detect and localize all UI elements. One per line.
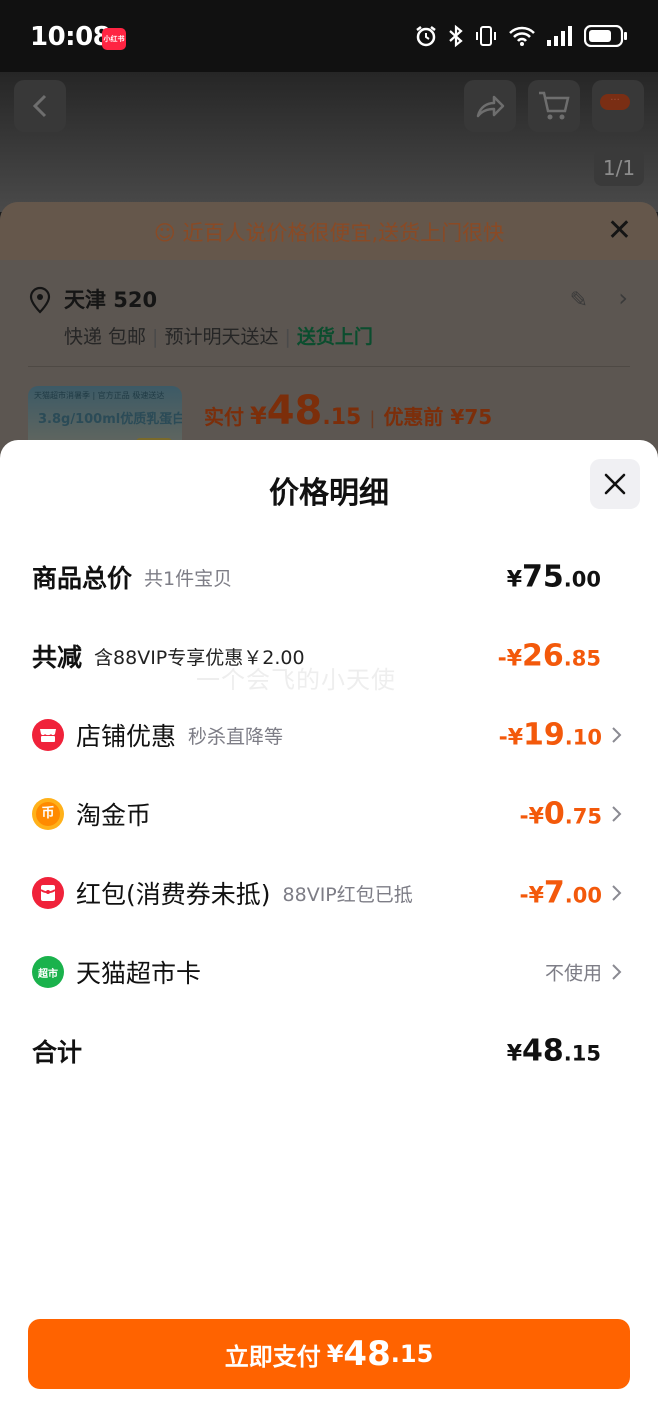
product-price: 实付 ¥48.15 | 优惠前 ¥75: [204, 388, 493, 434]
chat-bubble-icon: ☺: [153, 221, 176, 245]
row-label: 合计: [32, 1038, 83, 1067]
row-note: 秒杀直降等: [188, 725, 284, 748]
location-pin-icon: [29, 286, 51, 314]
signal-icon: [547, 26, 572, 46]
chevron-right-icon: [612, 727, 622, 743]
row-label: 淘金币: [76, 801, 152, 830]
notification-badge: ···: [600, 94, 630, 110]
row-store-discount[interactable]: 店铺优惠 秒杀直降等 -¥ 19.10: [0, 705, 658, 765]
vibrate-icon: [476, 26, 496, 46]
row-item-total: 商品总价 共1件宝贝 ¥75.00: [0, 547, 658, 607]
coin-icon: 币: [32, 798, 64, 830]
edit-icon[interactable]: ✎: [570, 288, 588, 313]
battery-icon: [584, 25, 627, 47]
buy-sheet-background: ☺ 近百人说价格很便宜,送货上门很快 ✕ 天津 520 快递 包邮 | 预计明天送达…: [0, 202, 658, 466]
chevron-right-icon: [612, 964, 622, 980]
tmall-supermarket-icon: 超市: [32, 956, 64, 988]
sheet-title: 价格明细: [269, 476, 389, 511]
alarm-icon: [416, 26, 436, 47]
bluetooth-icon: [449, 24, 463, 48]
row-total: 合计 ¥48.15: [0, 1021, 658, 1081]
red-packet-icon: [32, 877, 64, 909]
cart-icon: [539, 91, 570, 120]
row-total-discount: 共减 含88VIP专享优惠￥2.00 -¥ 26.85: [0, 626, 658, 686]
product-image-area: ··· 1/1: [0, 72, 658, 212]
divider: [28, 366, 630, 367]
xiaohongshu-app-icon: 小红书: [102, 28, 126, 50]
row-note: 共1件宝贝: [144, 567, 233, 590]
status-icons: [414, 24, 628, 48]
tip-text: 近百人说价格很便宜,送货上门很快: [182, 221, 505, 245]
chevron-right-icon: [612, 806, 622, 822]
row-amount: -¥ 0.75: [519, 796, 602, 832]
close-icon: [604, 473, 626, 495]
back-button[interactable]: [14, 80, 66, 132]
image-pager: 1/1: [594, 150, 644, 186]
row-amount: -¥ 19.10: [498, 717, 602, 753]
share-icon: [476, 95, 505, 118]
status-bar: 10:08 小红书: [0, 0, 658, 72]
row-amount: -¥ 26.85: [497, 638, 601, 674]
row-amount: -¥ 7.00: [519, 875, 602, 911]
row-red-packet[interactable]: 红包(消费券未抵) 88VIP红包已抵 -¥ 7.00: [0, 863, 658, 923]
row-label: 红包(消费券未抵): [76, 880, 271, 909]
row-amount: ¥48.15: [506, 1033, 601, 1069]
chevron-right-icon: [612, 885, 622, 901]
row-label: 共减: [32, 643, 83, 672]
status-time: 10:08: [30, 22, 111, 52]
row-taojinbi[interactable]: 币 淘金币 -¥ 0.75: [0, 784, 658, 844]
cart-button[interactable]: [528, 80, 580, 132]
store-icon: [32, 719, 64, 751]
back-arrow-icon: [32, 94, 47, 118]
delivery-tag: 送货上门: [296, 326, 373, 348]
row-label: 天猫超市卡: [76, 959, 202, 988]
share-button[interactable]: [464, 80, 516, 132]
row-note: 含88VIP专享优惠￥2.00: [94, 646, 305, 669]
pay-now-button[interactable]: 立即支付 ¥48.15: [28, 1319, 630, 1389]
price-detail-sheet: 价格明细 一个会飞的小天使 商品总价 共1件宝贝 ¥75.00 共减 含88VI…: [0, 440, 658, 1416]
more-button[interactable]: ···: [592, 80, 644, 132]
tip-close-icon[interactable]: ✕: [607, 216, 632, 246]
close-button[interactable]: [590, 459, 640, 509]
row-label: 商品总价: [32, 564, 133, 593]
row-tmall-card[interactable]: 超市 天猫超市卡 不使用: [0, 942, 658, 1002]
chevron-right-icon[interactable]: ›: [618, 284, 628, 312]
row-note: 88VIP红包已抵: [282, 883, 413, 906]
row-value: 不使用: [544, 962, 602, 985]
tip-banner: ☺ 近百人说价格很便宜,送货上门很快 ✕: [0, 202, 658, 260]
row-amount: ¥75.00: [506, 559, 601, 595]
address-city: 天津 520: [64, 288, 158, 312]
delivery-info: 快递 包邮 | 预计明天送达 | 送货上门: [64, 326, 373, 348]
wifi-icon: [509, 26, 535, 46]
row-label: 店铺优惠: [76, 722, 177, 751]
